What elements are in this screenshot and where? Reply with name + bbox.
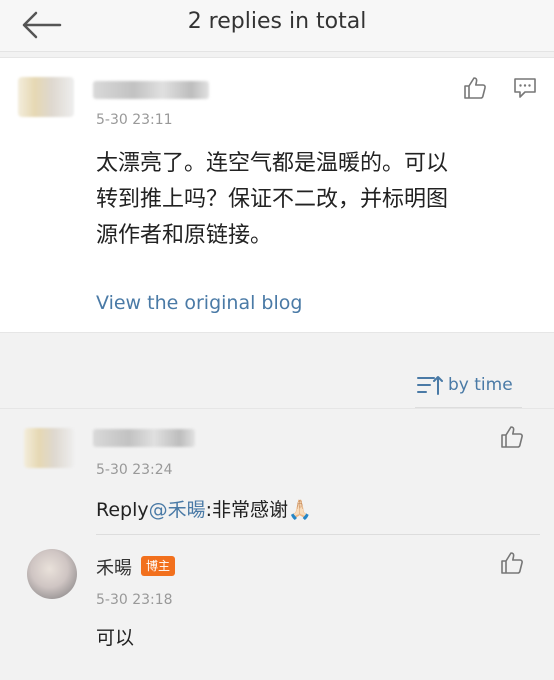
page-title: 2 replies in total xyxy=(187,9,367,34)
reply-text: 可以 xyxy=(96,627,135,649)
avatar[interactable] xyxy=(18,77,74,117)
reply-time: 5-30 23:24 xyxy=(96,462,173,478)
mention-link[interactable]: @禾暘 xyxy=(149,499,206,521)
blogger-badge: 博主 xyxy=(141,556,176,576)
avatar[interactable] xyxy=(27,549,77,599)
sort-label: by time xyxy=(448,375,513,395)
sort-by-time-button[interactable]: by time xyxy=(416,372,513,398)
username-redacted[interactable] xyxy=(93,81,209,99)
comment-time: 5-30 23:11 xyxy=(96,112,173,128)
comment-line-3: 源作者和原链接。 xyxy=(96,223,273,248)
comment-text: 太漂亮了。连空气都是温暖的。可以 转到推上吗？保证不二改，并标明图 源作者和原链… xyxy=(96,146,536,254)
username[interactable]: 禾暘 xyxy=(96,554,132,580)
comment-line-1: 太漂亮了。连空气都是温暖的。可以 xyxy=(96,151,449,176)
reply-body: :非常感谢🙏🏻 xyxy=(205,499,312,521)
view-original-blog-link[interactable]: View the original blog xyxy=(96,292,302,314)
reply-time: 5-30 23:18 xyxy=(96,592,173,608)
comment-line-2: 转到推上吗？保证不二改，并标明图 xyxy=(96,187,449,212)
thumbs-up-icon[interactable] xyxy=(499,550,525,576)
sort-icon xyxy=(417,376,443,395)
divider xyxy=(0,408,554,409)
thumbs-up-icon[interactable] xyxy=(499,424,525,450)
comment-icon[interactable] xyxy=(512,75,538,101)
thumbs-up-icon[interactable] xyxy=(462,75,488,101)
replies-list: 5-30 23:24 Reply@禾暘:非常感谢🙏🏻 禾暘 博主 5-30 23… xyxy=(0,408,554,680)
avatar[interactable] xyxy=(24,428,74,468)
username-redacted[interactable] xyxy=(93,429,195,447)
reply-prefix: Reply xyxy=(96,499,149,521)
top-bar: 2 replies in total xyxy=(0,0,554,52)
main-comment-card: 5-30 23:11 太漂亮了。连空气都是温暖的。可以 转到推上吗？保证不二改，… xyxy=(0,57,554,333)
divider xyxy=(96,534,540,535)
reply-text: Reply@禾暘:非常感谢🙏🏻 xyxy=(96,495,312,522)
